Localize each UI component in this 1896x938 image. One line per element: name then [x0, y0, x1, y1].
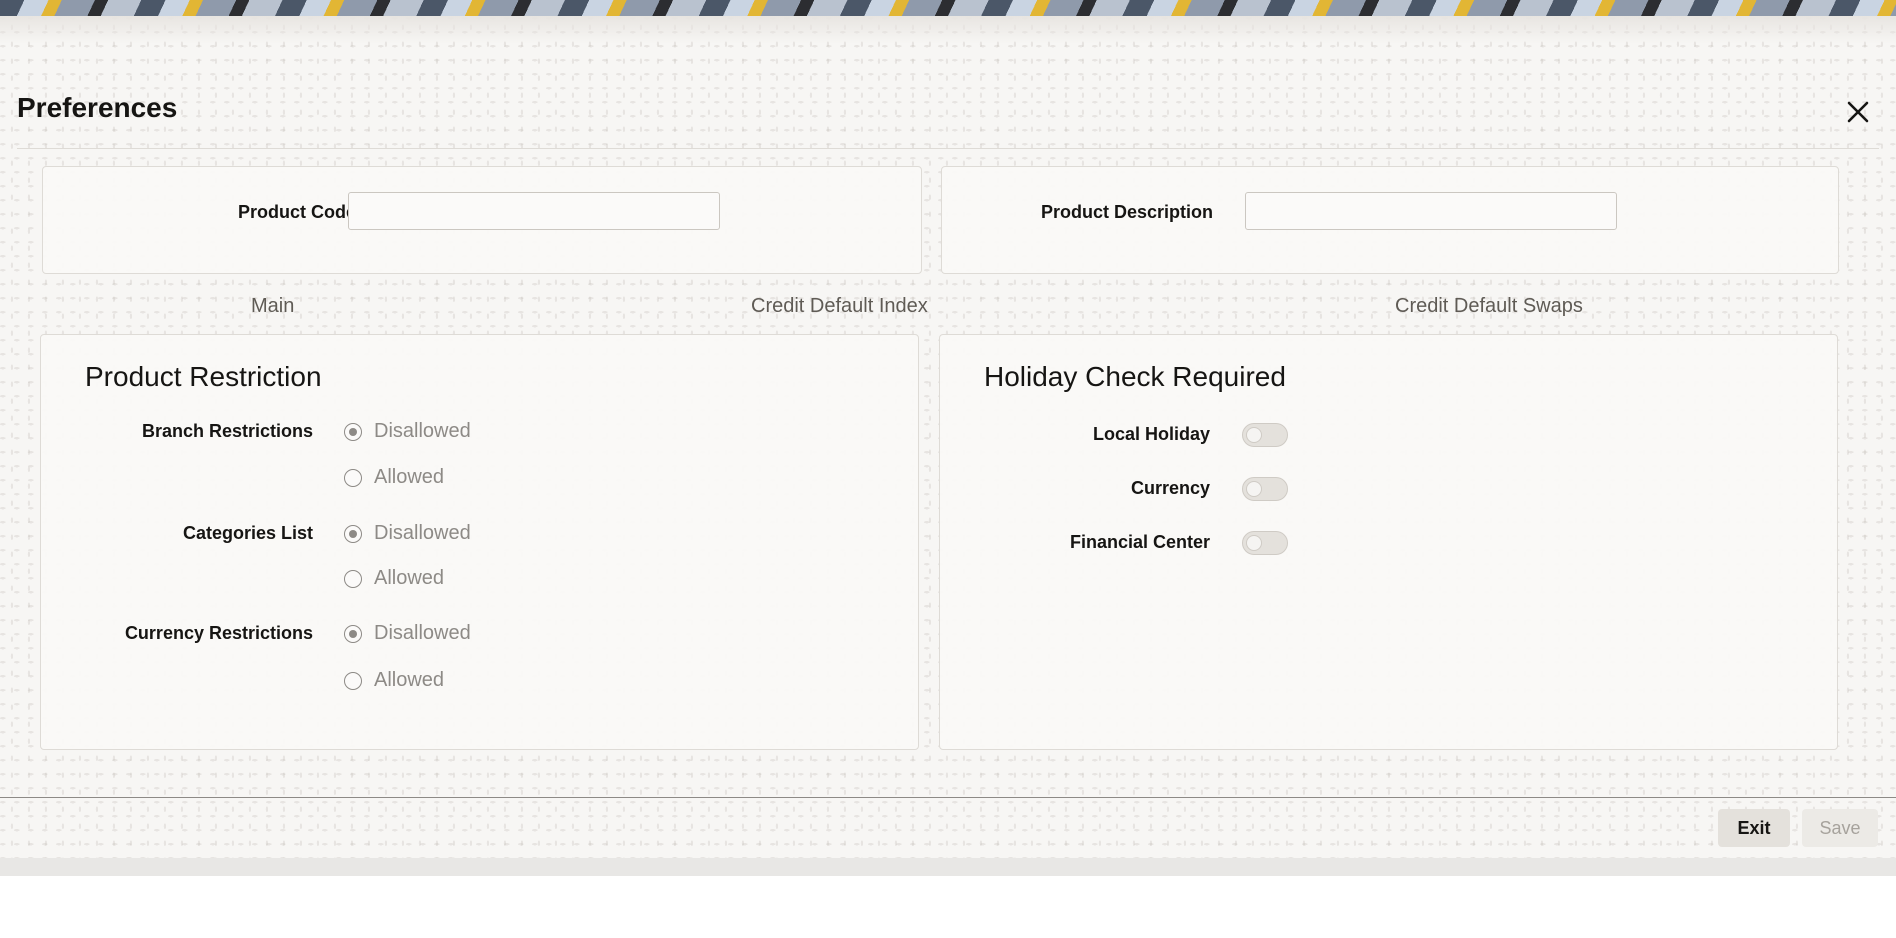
holiday-check-title: Holiday Check Required [984, 361, 1286, 392]
radio-button[interactable] [344, 624, 362, 643]
product-restriction-title: Product Restriction [85, 361, 322, 392]
product-description-card: Product Description [941, 166, 1839, 274]
branch-allowed-radio[interactable]: Allowed [344, 466, 444, 489]
local-holiday-label: Local Holiday [1092, 424, 1210, 444]
currency-allowed-radio[interactable]: Allowed [344, 669, 444, 692]
radio-label: Disallowed [374, 522, 471, 544]
categories-allowed-radio[interactable]: Allowed [344, 567, 444, 590]
financial-center-toggle[interactable] [1242, 531, 1288, 555]
radio-label: Disallowed [374, 420, 471, 442]
radio-button[interactable] [344, 671, 362, 690]
currency-holiday-toggle[interactable] [1242, 477, 1288, 501]
exit-button[interactable]: Exit [1718, 809, 1790, 847]
title-divider [17, 148, 1879, 149]
currency-disallowed-radio[interactable]: Disallowed [344, 622, 471, 645]
categories-list-label: Categories List [182, 523, 313, 543]
footer-divider [0, 797, 1896, 798]
radio-button[interactable] [344, 524, 362, 543]
decorative-banner [0, 0, 1896, 16]
radio-button[interactable] [344, 468, 362, 487]
product-restriction-card: Product Restriction Branch Restrictions … [40, 334, 919, 750]
holiday-check-card: Holiday Check Required Local Holiday Cur… [939, 334, 1838, 750]
categories-disallowed-radio[interactable]: Disallowed [344, 522, 471, 545]
product-description-label: Product Description [1040, 202, 1213, 222]
radio-label: Allowed [374, 669, 445, 691]
local-holiday-toggle[interactable] [1242, 423, 1288, 447]
radio-label: Allowed [374, 567, 445, 589]
financial-center-label: Financial Center [1069, 532, 1210, 552]
product-code-label: Product Code [237, 202, 356, 222]
product-code-input[interactable] [348, 192, 720, 230]
radio-label: Allowed [374, 466, 445, 488]
branch-disallowed-radio[interactable]: Disallowed [344, 420, 471, 443]
banner-fade [0, 16, 1896, 44]
radio-button[interactable] [344, 569, 362, 588]
tab-main[interactable]: Main [251, 295, 294, 318]
branch-restrictions-label: Branch Restrictions [141, 421, 313, 441]
tab-credit-default-swaps[interactable]: Credit Default Swaps [1395, 295, 1583, 318]
tab-credit-default-index[interactable]: Credit Default Index [751, 295, 928, 318]
radio-label: Disallowed [374, 622, 471, 644]
preferences-window: Preferences Product Code Product Descrip… [0, 0, 1896, 938]
product-description-input[interactable] [1245, 192, 1617, 230]
page-title: Preferences [17, 92, 178, 123]
close-button[interactable] [1838, 92, 1878, 132]
bottom-area [0, 876, 1896, 938]
radio-button[interactable] [344, 422, 362, 441]
save-button[interactable]: Save [1802, 809, 1878, 847]
status-bar [0, 858, 1896, 876]
close-icon [1847, 101, 1869, 123]
currency-restrictions-label: Currency Restrictions [124, 623, 313, 643]
currency-holiday-label: Currency [1130, 478, 1210, 498]
product-code-card: Product Code [42, 166, 922, 274]
